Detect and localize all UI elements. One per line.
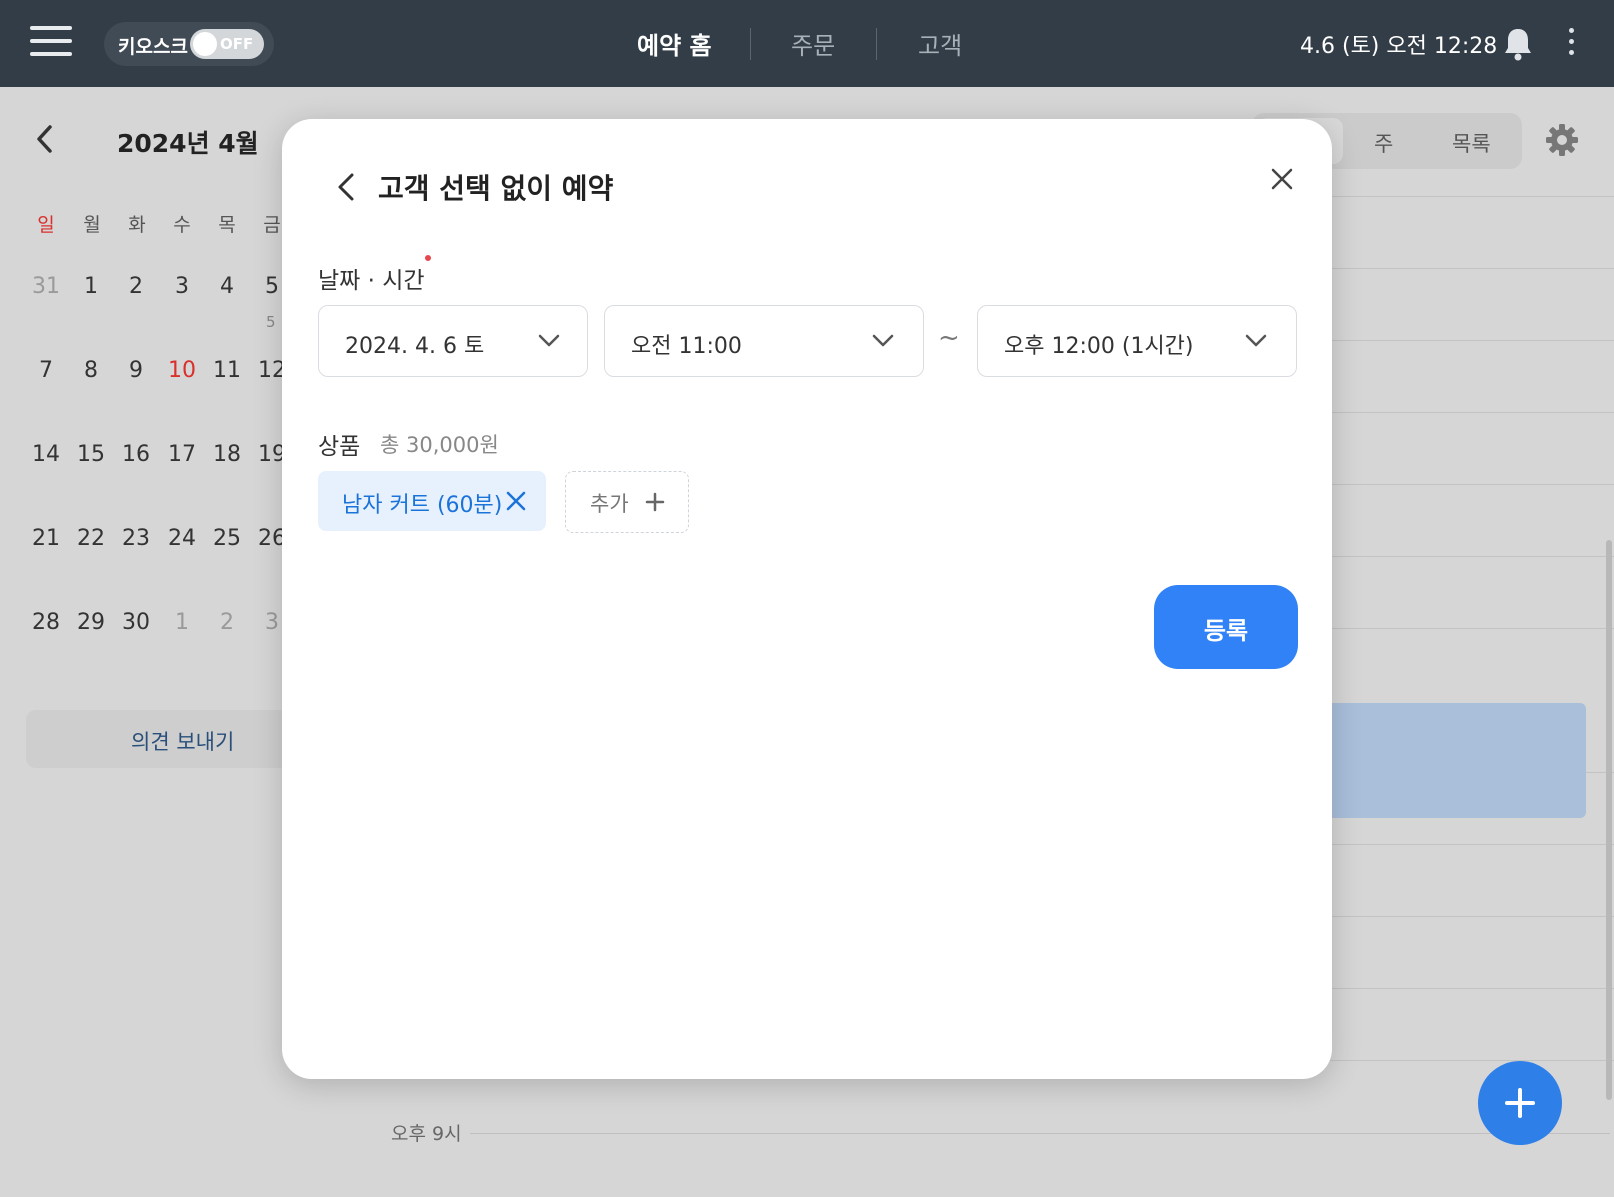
chevron-left-icon[interactable] — [332, 169, 360, 205]
tab-week[interactable]: 주 — [1374, 128, 1393, 158]
hour-divider — [1330, 340, 1614, 341]
kiosk-toggle-group: 키오스크 OFF — [104, 22, 274, 66]
register-button[interactable]: 등록 — [1154, 585, 1298, 669]
required-indicator — [425, 255, 431, 261]
nav-reservation-home[interactable]: 예약 홈 — [637, 26, 712, 61]
calendar-day[interactable]: 2 — [209, 610, 245, 635]
top-bar: 키오스크 OFF 예약 홈 주문 고객 4.6 (토) 오전 12:28 — [0, 0, 1614, 87]
calendar-day[interactable]: 30 — [118, 610, 154, 635]
product-chip-label: 남자 커트 (60분) — [342, 493, 503, 518]
calendar-day-holiday[interactable]: 10 — [164, 358, 200, 383]
menu-icon[interactable] — [30, 26, 72, 60]
gear-icon[interactable] — [1544, 122, 1580, 158]
calendar-day[interactable]: 3 — [164, 274, 200, 299]
calendar-day[interactable]: 1 — [164, 610, 200, 635]
more-vertical-icon[interactable] — [1566, 28, 1576, 58]
product-label: 상품 — [318, 434, 361, 460]
date-value: 2024. 4. 6 토 — [345, 334, 485, 359]
calendar-day[interactable]: 2 — [118, 274, 154, 299]
date-select[interactable]: 2024. 4. 6 토 — [318, 305, 588, 377]
day-reservation-count: 5 — [266, 313, 276, 331]
toggle-knob — [193, 32, 217, 56]
time-divider — [470, 1133, 1610, 1134]
add-product-label: 추가 — [590, 492, 629, 516]
calendar-day[interactable]: 22 — [73, 526, 109, 551]
calendar-day[interactable]: 1 — [73, 274, 109, 299]
hour-divider — [1330, 484, 1614, 485]
chevron-left-icon[interactable] — [34, 124, 56, 154]
bell-icon[interactable] — [1502, 26, 1534, 62]
product-chip: 남자 커트 (60분) — [318, 471, 546, 531]
kiosk-state: OFF — [220, 35, 254, 53]
weekday-label: 목 — [218, 214, 236, 236]
datetime-label: 날짜 · 시간 — [318, 268, 425, 294]
range-separator: ~ — [938, 323, 960, 353]
calendar-day[interactable]: 23 — [118, 526, 154, 551]
end-time-select[interactable]: 오후 12:00 (1시간) — [977, 305, 1297, 377]
calendar-day[interactable]: 18 — [209, 442, 245, 467]
hour-divider — [1330, 988, 1614, 989]
kiosk-toggle[interactable]: OFF — [190, 29, 264, 59]
calendar-day[interactable]: 11 — [209, 358, 245, 383]
close-icon[interactable] — [504, 489, 528, 513]
chevron-down-icon — [538, 334, 560, 347]
hour-divider — [1330, 196, 1614, 197]
close-icon[interactable] — [1264, 161, 1300, 197]
time-label: 오후 9시 — [391, 1123, 462, 1145]
calendar-day[interactable]: 4 — [209, 274, 245, 299]
hour-divider — [1330, 412, 1614, 413]
calendar-day[interactable]: 21 — [28, 526, 64, 551]
hour-divider — [1330, 1060, 1614, 1061]
weekday-label: 월 — [83, 214, 101, 236]
modal-title: 고객 선택 없이 예약 — [378, 172, 614, 205]
reservation-block[interactable] — [1300, 703, 1586, 818]
end-time-value: 오후 12:00 (1시간) — [1004, 334, 1194, 359]
hour-divider — [1330, 916, 1614, 917]
chevron-down-icon — [872, 334, 894, 347]
calendar-day[interactable]: 8 — [73, 358, 109, 383]
chevron-down-icon — [1245, 334, 1267, 347]
calendar-day[interactable]: 9 — [118, 358, 154, 383]
hour-divider — [1330, 844, 1614, 845]
feedback-label: 의견 보내기 — [131, 730, 235, 754]
add-product-button[interactable]: 추가 — [565, 471, 689, 533]
kiosk-label: 키오스크 — [118, 36, 188, 58]
month-title: 2024년 4월 — [117, 129, 259, 158]
calendar-day[interactable]: 15 — [73, 442, 109, 467]
nav-customers[interactable]: 고객 — [918, 26, 962, 61]
calendar-day[interactable]: 17 — [164, 442, 200, 467]
nav-orders[interactable]: 주문 — [791, 26, 835, 61]
nav-divider — [750, 28, 751, 60]
reservation-modal: 고객 선택 없이 예약 날짜 · 시간 2024. 4. 6 토 오전 11:0… — [282, 119, 1332, 1079]
tab-list[interactable]: 목록 — [1452, 128, 1491, 158]
hour-divider — [1330, 268, 1614, 269]
add-reservation-button[interactable] — [1478, 1061, 1562, 1145]
calendar-day[interactable]: 7 — [28, 358, 64, 383]
calendar-day[interactable]: 28 — [28, 610, 64, 635]
current-datetime: 4.6 (토) 오전 12:28 — [1300, 34, 1498, 59]
scrollbar[interactable] — [1606, 540, 1612, 1100]
calendar-day[interactable]: 31 — [28, 274, 64, 299]
start-time-value: 오전 11:00 — [631, 334, 742, 359]
calendar-day[interactable]: 16 — [118, 442, 154, 467]
hour-divider — [1330, 628, 1614, 629]
weekday-label: 화 — [128, 214, 146, 236]
calendar-day[interactable]: 29 — [73, 610, 109, 635]
weekday-label: 수 — [173, 214, 191, 236]
start-time-select[interactable]: 오전 11:00 — [604, 305, 924, 377]
hour-divider — [1330, 556, 1614, 557]
calendar-day[interactable]: 25 — [209, 526, 245, 551]
plus-icon — [645, 492, 665, 512]
nav-divider — [876, 28, 877, 60]
register-label: 등록 — [1203, 617, 1249, 645]
product-total: 총 30,000원 — [380, 433, 499, 457]
calendar-day[interactable]: 14 — [28, 442, 64, 467]
weekday-label: 일 — [37, 214, 55, 236]
calendar-day[interactable]: 24 — [164, 526, 200, 551]
